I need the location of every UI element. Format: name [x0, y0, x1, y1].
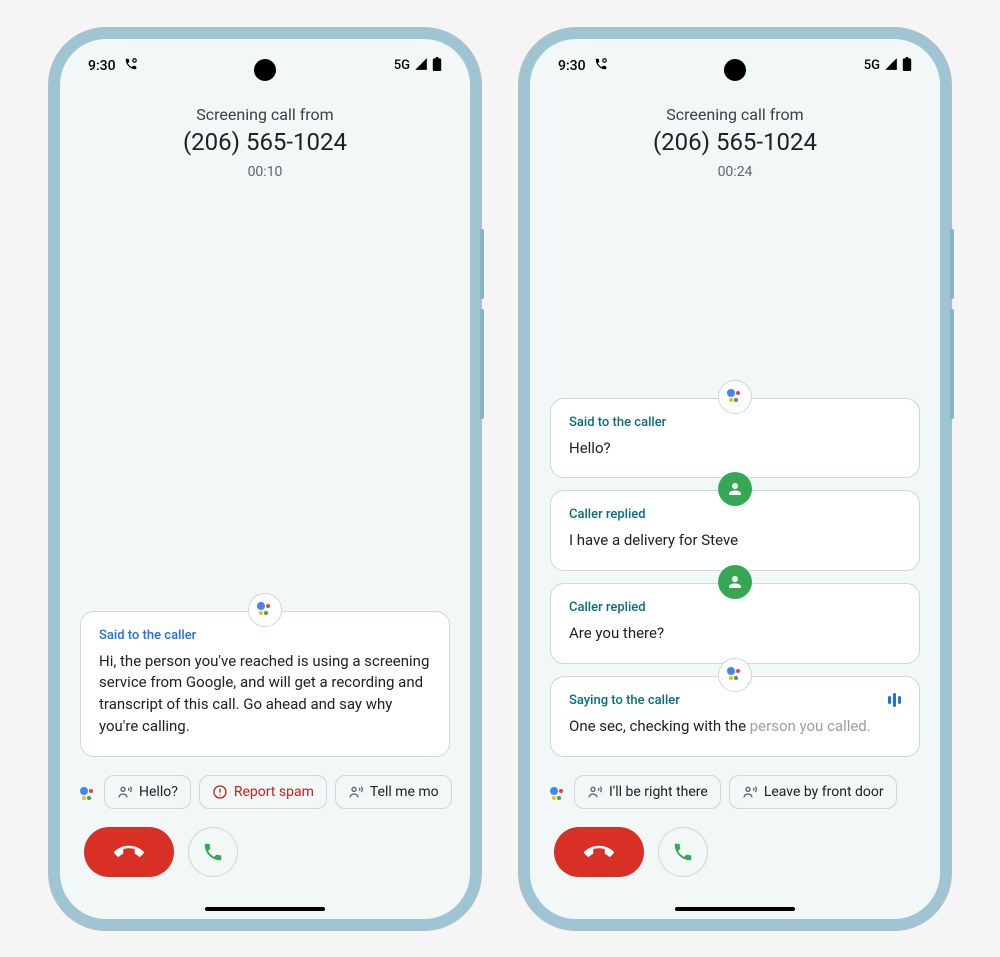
card-text: I have a delivery for Steve: [569, 530, 901, 552]
hang-up-button[interactable]: [84, 827, 174, 877]
chip-hello[interactable]: Hello?: [104, 775, 191, 809]
call-active-icon: [124, 57, 138, 75]
call-action-row: [530, 821, 940, 877]
alert-icon: [212, 784, 228, 800]
front-camera: [724, 59, 746, 81]
battery-icon: [902, 57, 912, 75]
assistant-avatar-icon: [718, 380, 752, 414]
volume-button: [480, 229, 484, 299]
phone-mockup-right: 9:30 5G Saying to the caller They said y…: [520, 29, 950, 929]
battery-icon: [432, 57, 442, 75]
assistant-icon: [550, 780, 566, 803]
power-button: [950, 309, 954, 419]
caller-number: (206) 565-1024: [80, 128, 450, 156]
call-header: Screening call from (206) 565-1024 00:24: [530, 81, 940, 188]
network-label: 5G: [394, 58, 410, 73]
hang-up-button[interactable]: [554, 827, 644, 877]
card-label: Said to the caller: [99, 628, 431, 643]
signal-icon: [414, 57, 428, 75]
phone-mockup-left: 9:30 5G Screening call from (206) 565-10…: [50, 29, 480, 929]
signal-icon: [884, 57, 898, 75]
card-text: One sec, checking with the person you ca…: [569, 716, 901, 738]
caller-number: (206) 565-1024: [550, 128, 920, 156]
screening-label: Screening call from: [550, 105, 920, 124]
card-text: Hi, the person you've reached is using a…: [99, 651, 431, 738]
chip-tell-me-more[interactable]: Tell me mo: [335, 775, 452, 809]
suggestion-chips-row: I'll be right there Leave by front door: [530, 767, 940, 821]
card-text: Hello?: [569, 438, 901, 460]
card-label: Caller replied: [569, 600, 901, 615]
answer-call-button[interactable]: [658, 827, 708, 877]
transcript-area: Said to the caller Hi, the person you've…: [60, 188, 470, 767]
phone-screen: 9:30 5G Saying to the caller They said y…: [530, 39, 940, 919]
voice-reply-icon: [742, 784, 758, 800]
card-label: Saying to the caller: [569, 693, 901, 708]
status-time: 9:30: [88, 58, 116, 74]
voice-reply-icon: [348, 784, 364, 800]
caller-avatar-icon: [718, 565, 752, 599]
chip-label: Hello?: [139, 784, 178, 800]
suggestion-chips-row: Hello? Report spam Tell me mo: [60, 767, 470, 821]
assistant-avatar-icon: [248, 593, 282, 627]
power-button: [480, 309, 484, 419]
voice-reply-icon: [587, 784, 603, 800]
caller-avatar-icon: [718, 472, 752, 506]
phone-screen: 9:30 5G Screening call from (206) 565-10…: [60, 39, 470, 919]
status-time: 9:30: [558, 58, 586, 74]
chip-label: Leave by front door: [764, 784, 884, 800]
home-indicator[interactable]: [205, 907, 325, 911]
speaking-wave-icon: [888, 693, 901, 707]
chip-label: Tell me mo: [370, 784, 439, 800]
call-action-row: [60, 821, 470, 877]
assistant-avatar-icon: [718, 658, 752, 692]
transcript-card: Said to the caller Hi, the person you've…: [80, 611, 450, 757]
chip-label: I'll be right there: [609, 784, 708, 800]
chip-label: Report spam: [234, 784, 314, 800]
chip-leave-by-front-door[interactable]: Leave by front door: [729, 775, 897, 809]
voice-reply-icon: [117, 784, 133, 800]
card-text: Are you there?: [569, 623, 901, 645]
call-active-icon: [594, 57, 608, 75]
call-header: Screening call from (206) 565-1024 00:10: [60, 81, 470, 188]
home-indicator[interactable]: [675, 907, 795, 911]
front-camera: [254, 59, 276, 81]
volume-button: [950, 229, 954, 299]
answer-call-button[interactable]: [188, 827, 238, 877]
chip-report-spam[interactable]: Report spam: [199, 775, 327, 809]
card-label: Said to the caller: [569, 415, 901, 430]
transcript-area: Said to the caller Hello? Caller replied…: [530, 188, 940, 767]
screening-label: Screening call from: [80, 105, 450, 124]
call-timer: 00:24: [550, 164, 920, 180]
chip-ill-be-right-there[interactable]: I'll be right there: [574, 775, 721, 809]
assistant-icon: [80, 780, 96, 803]
call-timer: 00:10: [80, 164, 450, 180]
network-label: 5G: [864, 58, 880, 73]
card-label: Caller replied: [569, 507, 901, 522]
